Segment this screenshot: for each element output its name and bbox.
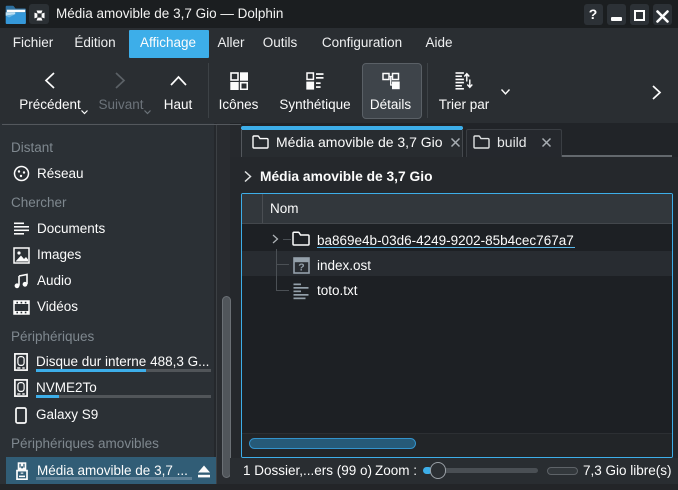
svg-text:?: ? bbox=[298, 262, 304, 274]
